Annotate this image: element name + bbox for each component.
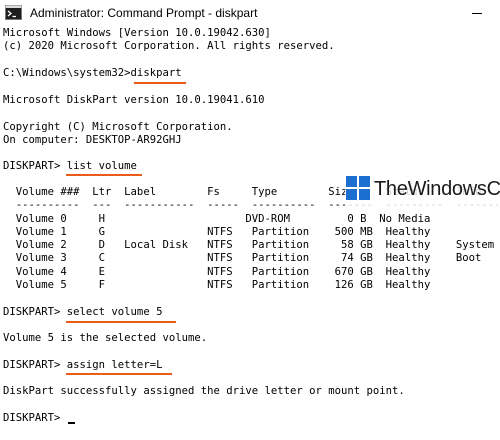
- volume-row: Volume 2 D Local Disk NTFS Partition 58 …: [3, 239, 495, 251]
- cmd-icon: [5, 4, 22, 21]
- minimize-button[interactable]: [454, 0, 500, 26]
- title-bar[interactable]: Administrator: Command Prompt - diskpart: [0, 0, 500, 26]
- watermark-text: TheWindowsClub: [374, 177, 500, 200]
- version-line: Microsoft Windows [Version 10.0.19042.63…: [3, 27, 271, 39]
- command-prompt-window: Administrator: Command Prompt - diskpart…: [0, 0, 500, 440]
- highlight-underline: [66, 174, 142, 176]
- list-volume-command: DISKPART> list volume: [3, 160, 137, 172]
- diskpart-version-line: Microsoft DiskPart version 10.0.19041.61…: [3, 94, 265, 106]
- assign-letter-command: DISKPART> assign letter=L: [3, 359, 163, 371]
- select-volume-command: DISKPART> select volume 5: [3, 306, 163, 318]
- console-output[interactable]: Microsoft Windows [Version 10.0.19042.63…: [0, 26, 500, 440]
- window-title: Administrator: Command Prompt - diskpart: [30, 6, 258, 20]
- volume-row: Volume 5 F NTFS Partition 126 GB Healthy: [3, 279, 431, 291]
- highlight-underline: [134, 82, 186, 84]
- ms-copyright-line: Copyright (C) Microsoft Corporation.: [3, 121, 233, 133]
- volume-row: Volume 3 C NTFS Partition 74 GB Healthy …: [3, 252, 482, 264]
- computer-name-line: On computer: DESKTOP-AR92GHJ: [3, 134, 182, 146]
- watermark: TheWindowsClub: [345, 170, 500, 208]
- minimize-icon: [472, 13, 482, 14]
- copyright-line: (c) 2020 Microsoft Corporation. All righ…: [3, 40, 335, 52]
- highlight-underline: [66, 373, 172, 375]
- volume-row: Volume 0 H DVD-ROM 0 B No Media: [3, 213, 431, 225]
- thewindowsclub-logo-icon: [346, 176, 370, 200]
- highlight-underline: [66, 321, 176, 323]
- current-prompt[interactable]: DISKPART>: [3, 412, 67, 425]
- assign-result-line: DiskPart successfully assigned the drive…: [3, 385, 405, 397]
- select-result-line: Volume 5 is the selected volume.: [3, 332, 208, 344]
- volume-row: Volume 4 E NTFS Partition 670 GB Healthy: [3, 266, 431, 278]
- volume-row: Volume 1 G NTFS Partition 500 MB Healthy: [3, 226, 431, 238]
- text-cursor: [68, 422, 75, 424]
- diskpart-command: C:\Windows\system32>diskpart: [3, 67, 182, 79]
